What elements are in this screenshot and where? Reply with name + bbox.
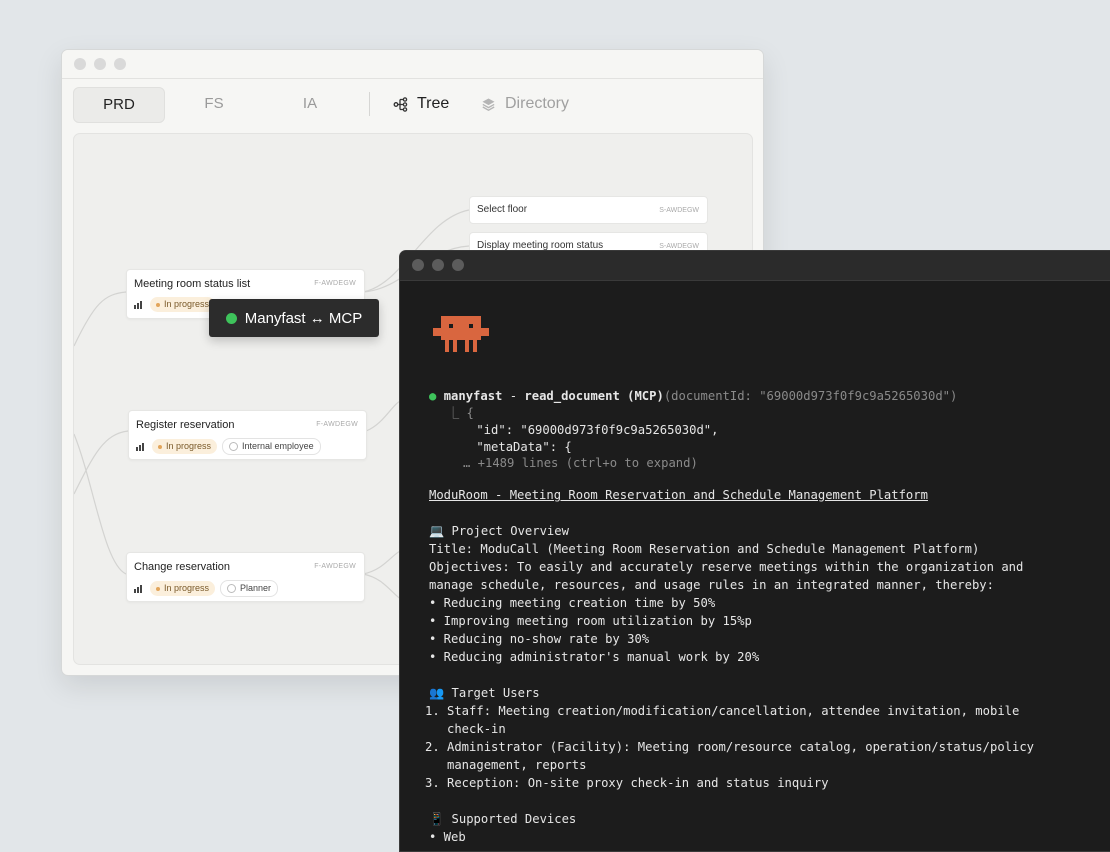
maximize-dot[interactable] <box>114 58 126 70</box>
section-line: 2. Administrator (Facility): Meeting roo… <box>425 740 1035 754</box>
window-titlebar <box>62 50 763 79</box>
priority-icon <box>134 300 142 309</box>
node-code: F-AWDEGW <box>316 421 358 428</box>
leaf-code: S-AWDEGW <box>659 243 699 250</box>
node-title: Register reservation <box>136 419 235 431</box>
laptop-icon: 💻 <box>429 524 445 538</box>
tool-args: (documentId: "69000d973f0f9c9a5265030d") <box>663 389 958 403</box>
role-badge: Internal employee <box>222 438 321 455</box>
section-heading: 📱 Supported Devices <box>429 812 577 826</box>
section-line: • Reducing no-show rate by 30% <box>429 632 650 646</box>
tab-directory-label: Directory <box>505 95 570 112</box>
tree-icon <box>393 96 408 112</box>
node-code: F-AWDEGW <box>314 563 356 570</box>
status-dot-icon: ● <box>429 389 444 403</box>
mcp-connection-badge: Manyfast ↔ MCP <box>209 299 379 337</box>
node-title: Change reservation <box>134 561 231 573</box>
role-badge: Planner <box>220 580 279 597</box>
section-heading: 👥 Target Users <box>429 686 540 700</box>
section-line: check-in <box>425 722 506 736</box>
section-line: 1. Staff: Meeting creation/modification/… <box>425 704 1020 718</box>
tab-directory[interactable]: Directory <box>481 87 569 121</box>
section-heading: 💻 Project Overview <box>429 524 569 538</box>
result-line: "id": "69000d973f0f9c9a5265030d", <box>447 423 719 437</box>
section-line: Objectives: To easily and accurately res… <box>429 560 1024 574</box>
tree-node[interactable]: Change reservation F-AWDEGW In progress … <box>126 552 365 602</box>
mcp-badge-label: Manyfast ↔ MCP <box>244 309 363 327</box>
document-title: ModuRoom - Meeting Room Reservation and … <box>429 488 928 502</box>
phone-icon: 📱 <box>429 812 445 826</box>
user-icon <box>229 442 239 451</box>
tab-fs[interactable]: FS <box>169 87 259 121</box>
tab-prd[interactable]: PRD <box>73 87 165 123</box>
priority-icon <box>134 584 142 593</box>
leaf-code: S-AWDEGW <box>659 207 699 214</box>
status-dot-icon <box>225 312 237 324</box>
tree-leaf[interactable]: Select floor S-AWDEGW <box>469 196 708 224</box>
user-icon <box>227 584 237 593</box>
section-line: manage schedule, resources, and usage ru… <box>429 578 994 592</box>
window-controls <box>74 58 126 70</box>
layers-icon <box>481 97 496 112</box>
close-dot[interactable] <box>74 58 86 70</box>
document-tabs: PRD FS IA Tree Directory <box>73 87 752 123</box>
terminal-window: ● manyfast - read_document (MCP)(documen… <box>399 250 1110 852</box>
status-badge: In progress <box>152 439 218 454</box>
result-line: ⎿ { <box>447 406 474 420</box>
tab-ia[interactable]: IA <box>265 87 355 121</box>
minimize-dot[interactable] <box>94 58 106 70</box>
section-line: • Improving meeting room utilization by … <box>429 614 752 628</box>
claude-mascot-icon <box>433 316 489 352</box>
section-line: • Web <box>429 830 466 844</box>
tab-divider <box>369 92 370 116</box>
status-badge: In progress <box>150 581 216 596</box>
tool-server: manyfast <box>443 389 503 403</box>
node-title: Meeting room status list <box>134 278 251 290</box>
section-line: Title: ModuCall (Meeting Room Reservatio… <box>429 542 980 556</box>
section-line: 3. Reception: On-site proxy check-in and… <box>425 776 829 790</box>
tab-tree-label: Tree <box>417 95 450 112</box>
node-code: F-AWDEGW <box>314 280 356 287</box>
tool-call-line: ● manyfast - read_document (MCP)(documen… <box>429 388 957 404</box>
expand-hint[interactable]: … +1489 lines (ctrl+o to expand) <box>463 455 698 471</box>
tool-name: read_document (MCP) <box>524 389 664 403</box>
priority-icon <box>136 442 144 451</box>
section-line: • Reducing administrator's manual work b… <box>429 650 760 664</box>
section-line: management, reports <box>425 758 587 772</box>
tab-tree[interactable]: Tree <box>393 87 449 121</box>
leaf-title: Select floor <box>477 204 528 215</box>
status-badge: In progress <box>150 297 216 312</box>
terminal-output[interactable]: ● manyfast - read_document (MCP)(documen… <box>425 251 1110 851</box>
result-line: "metaData": { <box>447 440 572 454</box>
section-line: • Reducing meeting creation time by 50% <box>429 596 716 610</box>
users-icon: 👥 <box>429 686 445 700</box>
close-dot[interactable] <box>412 259 424 271</box>
tool-separator: - <box>502 389 525 403</box>
tree-node[interactable]: Register reservation F-AWDEGW In progres… <box>128 410 367 460</box>
